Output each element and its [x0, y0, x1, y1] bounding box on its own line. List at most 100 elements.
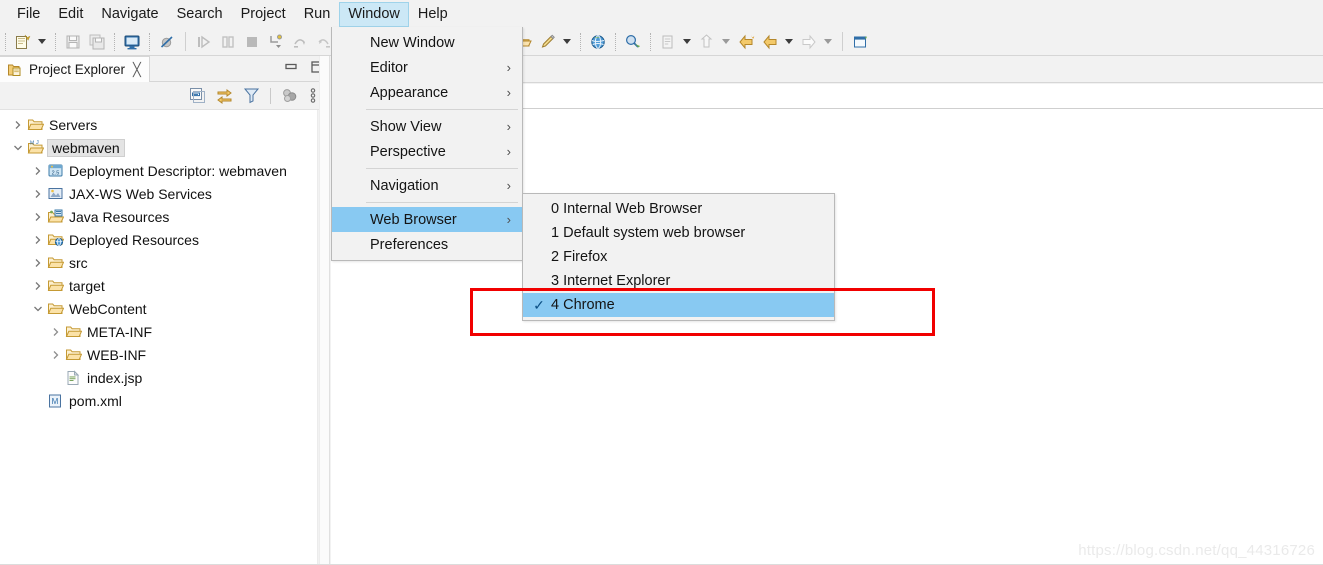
java-resources-icon [46, 208, 64, 226]
minimize-icon[interactable] [284, 60, 298, 79]
view-menu-icon[interactable] [308, 87, 318, 104]
menubar-item-navigate[interactable]: Navigate [92, 2, 167, 27]
submenu-item-default-system-web-browser[interactable]: 1 Default system web browser [523, 221, 834, 245]
jsp-file-icon [64, 369, 82, 387]
menubar-item-project[interactable]: Project [232, 2, 295, 27]
menubar-item-run[interactable]: Run [295, 2, 340, 27]
eclipse-window: File Edit Navigate Search Project Run Wi… [0, 0, 1323, 565]
tree-item-java-resources[interactable]: Java Resources [0, 205, 317, 228]
menu-separator [366, 168, 518, 169]
submenu-arrow-icon: › [506, 143, 511, 159]
web-browser-icon[interactable] [587, 31, 609, 53]
back-icon[interactable] [759, 31, 781, 53]
chevron-right-icon[interactable] [30, 228, 46, 251]
new-window-icon[interactable] [850, 31, 872, 53]
chevron-right-icon[interactable] [48, 343, 64, 366]
tree-item-jaxws-web-services[interactable]: JAX-WS Web Services [0, 182, 317, 205]
console-icon[interactable] [121, 31, 143, 53]
submenu-arrow-icon: › [506, 84, 511, 100]
menubar-item-edit[interactable]: Edit [49, 2, 92, 27]
window-dropdown-menu[interactable]: New Window Editor › Appearance › Show Vi… [331, 27, 523, 261]
web-browser-submenu[interactable]: 0 Internal Web Browser 1 Default system … [522, 193, 835, 321]
menu-item-editor[interactable]: Editor › [332, 55, 522, 80]
annotation-dropdown-caret[interactable] [680, 31, 693, 53]
svg-text:J: J [36, 140, 39, 146]
submenu-item-internal-web-browser[interactable]: 0 Internal Web Browser [523, 197, 834, 221]
tree-item-label: META-INF [87, 323, 153, 340]
menu-item-navigation[interactable]: Navigation › [332, 173, 522, 198]
quick-access-dropdown-caret[interactable] [560, 31, 573, 53]
collapse-all-icon[interactable] [189, 87, 206, 104]
project-tree[interactable]: Servers M J webmaven 2.5 Deployment Desc… [0, 110, 318, 565]
menu-item-label: Navigation [370, 177, 439, 194]
tree-item-src[interactable]: src [0, 251, 317, 274]
new-file-icon[interactable] [12, 31, 34, 53]
tab-project-explorer[interactable]: Project Explorer ╳ [0, 56, 150, 82]
chevron-right-icon[interactable] [30, 159, 46, 182]
toolbar-separator [114, 32, 115, 51]
back-dropdown-caret[interactable] [782, 31, 795, 53]
view-toolbar-divider [270, 87, 271, 104]
menubar-item-search[interactable]: Search [168, 2, 232, 27]
submenu-item-internet-explorer[interactable]: 3 Internet Explorer [523, 269, 834, 293]
chevron-down-icon[interactable] [30, 297, 46, 320]
submenu-item-label: 1 Default system web browser [551, 225, 746, 241]
chevron-right-icon[interactable] [48, 320, 64, 343]
menubar-item-window[interactable]: Window [339, 1, 409, 27]
submenu-item-chrome[interactable]: ✓ 4 Chrome [523, 293, 834, 317]
tree-item-deployed-resources[interactable]: Deployed Resources [0, 228, 317, 251]
tree-item-label: index.jsp [87, 369, 143, 386]
svg-text:2.5: 2.5 [51, 170, 59, 176]
submenu-item-firefox[interactable]: 2 Firefox [523, 245, 834, 269]
tree-item-webmaven[interactable]: M J webmaven [0, 136, 317, 159]
menu-item-label: Preferences [370, 236, 449, 253]
tree-item-label: Deployed Resources [69, 231, 199, 248]
search-icon[interactable] [622, 31, 644, 53]
menu-item-preferences[interactable]: Preferences [332, 232, 522, 257]
link-with-editor-icon[interactable] [216, 87, 233, 104]
svg-text:M: M [52, 397, 59, 406]
toggle-breakpoint-icon[interactable] [156, 31, 178, 53]
menu-item-web-browser[interactable]: Web Browser › [332, 207, 522, 232]
tree-item-label: pom.xml [69, 392, 122, 409]
chevron-right-icon[interactable] [30, 274, 46, 297]
menu-item-perspective[interactable]: Perspective › [332, 139, 522, 164]
new-file-dropdown-caret[interactable] [35, 31, 48, 53]
project-explorer-scrollbar[interactable] [319, 56, 330, 565]
menu-item-appearance[interactable]: Appearance › [332, 80, 522, 105]
toolbar-separator [5, 32, 6, 51]
stop-icon [241, 31, 263, 53]
menu-item-show-view[interactable]: Show View › [332, 114, 522, 139]
tree-item-index-jsp[interactable]: index.jsp [0, 366, 317, 389]
folder-icon [46, 254, 64, 272]
quick-access-icon[interactable] [537, 31, 559, 53]
chevron-right-icon[interactable] [10, 113, 26, 136]
menubar-item-file[interactable]: File [8, 2, 49, 27]
previous-edit-icon[interactable] [735, 31, 757, 53]
chevron-right-icon[interactable] [30, 205, 46, 228]
submenu-item-label: 4 Chrome [551, 297, 615, 313]
tree-item-webcontent[interactable]: WebContent [0, 297, 317, 320]
tree-item-web-inf[interactable]: WEB-INF [0, 343, 317, 366]
toolbar-separator [149, 32, 150, 51]
chevron-down-icon[interactable] [10, 136, 26, 159]
tree-item-deployment-descriptor[interactable]: 2.5 Deployment Descriptor: webmaven [0, 159, 317, 182]
menu-item-label: Editor [370, 59, 408, 76]
forward-dropdown-caret[interactable] [821, 31, 834, 53]
chevron-right-icon[interactable] [30, 182, 46, 205]
menu-item-new-window[interactable]: New Window [332, 30, 522, 55]
tree-item-pom-xml[interactable]: M pom.xml [0, 389, 317, 412]
chevron-right-icon[interactable] [30, 251, 46, 274]
annotation-icon [657, 31, 679, 53]
next-annotation-dropdown-caret[interactable] [719, 31, 732, 53]
deployed-resources-icon [46, 231, 64, 249]
close-icon[interactable]: ╳ [133, 63, 141, 76]
deployment-descriptor-icon: 2.5 [46, 162, 64, 180]
tree-item-meta-inf[interactable]: META-INF [0, 320, 317, 343]
tree-item-target[interactable]: target [0, 274, 317, 297]
focus-on-active-task-icon[interactable] [281, 87, 298, 104]
tree-item-servers[interactable]: Servers [0, 113, 317, 136]
menubar-item-help[interactable]: Help [409, 2, 457, 27]
filter-icon[interactable] [243, 87, 260, 104]
tree-item-label: Java Resources [69, 208, 170, 225]
